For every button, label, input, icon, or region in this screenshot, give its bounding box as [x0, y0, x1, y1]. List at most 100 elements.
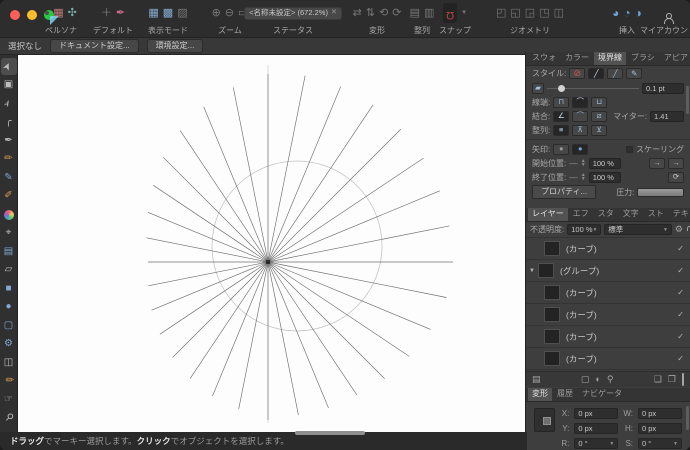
- layer-visibility-checkbox[interactable]: ✓: [677, 310, 684, 319]
- export-persona-icon[interactable]: ✣: [68, 7, 77, 19]
- designer-persona-icon[interactable]: [45, 11, 50, 15]
- close-window-button[interactable]: [10, 10, 20, 20]
- stroke-style-solid-button[interactable]: ╱: [588, 68, 605, 79]
- cap-round-button[interactable]: ⌒: [572, 96, 589, 108]
- layer-visibility-checkbox[interactable]: ✓: [677, 354, 684, 363]
- layer-row[interactable]: (カーブ) ✓: [526, 326, 690, 348]
- distribute-icon[interactable]: ▥: [424, 7, 434, 19]
- boolean-intersect-icon[interactable]: ◲: [525, 7, 535, 19]
- zoom-out-icon[interactable]: ⊖: [225, 7, 234, 19]
- transparency-tool[interactable]: ▱: [1, 262, 17, 279]
- miter-input[interactable]: 1.41: [650, 110, 684, 122]
- stroke-width-input[interactable]: 0.1 pt: [642, 82, 684, 94]
- h-input[interactable]: 0 px: [638, 423, 682, 434]
- insert-behind-icon[interactable]: ◕: [612, 7, 619, 19]
- close-document-icon[interactable]: ✕: [331, 7, 337, 19]
- layer-row[interactable]: (カーブ) ✓: [526, 282, 690, 304]
- stroke-style-dash-button[interactable]: ╱: [607, 68, 624, 79]
- boolean-subtract-icon[interactable]: ◱: [510, 7, 520, 19]
- move-tool[interactable]: ➤: [0, 58, 17, 75]
- panel-scrollbar[interactable]: [686, 406, 689, 430]
- delete-layer-icon[interactable]: [682, 372, 684, 386]
- arrow-end-toggle[interactable]: ●: [572, 143, 589, 155]
- properties-button[interactable]: プロパティ...: [532, 185, 597, 199]
- tab-effects[interactable]: エフ: [569, 208, 593, 221]
- mask-layer-icon[interactable]: ▢: [581, 375, 590, 384]
- arrowhead-end-dropdown[interactable]: →: [668, 157, 684, 169]
- layer-row[interactable]: (カーブ) ✓: [526, 238, 690, 260]
- pressure-profile-bar[interactable]: [637, 187, 684, 197]
- pen-tool[interactable]: ✒: [1, 132, 17, 149]
- join-miter-button[interactable]: ∠: [553, 110, 570, 122]
- boolean-combine-icon[interactable]: ◫: [554, 7, 564, 19]
- preset-icon[interactable]: ＋: [101, 7, 112, 19]
- rotate-ccw-icon[interactable]: ⟲: [379, 7, 388, 19]
- s-input[interactable]: 0 ° ▼: [638, 438, 682, 449]
- insert-on-top-icon[interactable]: ◔: [623, 7, 630, 19]
- tab-transform[interactable]: 変形: [528, 388, 552, 401]
- arrowhead-start-dropdown[interactable]: →: [649, 157, 665, 169]
- align-center-button[interactable]: ≡: [553, 124, 570, 136]
- paint-brush-tool[interactable]: ✐: [1, 188, 17, 205]
- pressure-toggle-icon[interactable]: ▰: [532, 82, 544, 94]
- tab-appearance[interactable]: アピア: [660, 52, 690, 65]
- zoom-tool[interactable]: ⚲: [1, 410, 17, 427]
- x-input[interactable]: 0 px: [574, 408, 619, 419]
- tab-brushes[interactable]: ブラシ: [627, 52, 659, 65]
- swap-arrowheads-button[interactable]: ⟳: [668, 171, 684, 183]
- start-position-input[interactable]: 100 %: [588, 157, 621, 169]
- tab-stroke[interactable]: 境界線: [594, 52, 626, 65]
- horizontal-scrollbar[interactable]: [295, 431, 365, 435]
- scaling-checkbox[interactable]: [626, 145, 633, 153]
- align-icon[interactable]: ▤: [410, 7, 420, 19]
- ellipse-tool[interactable]: ●: [1, 299, 17, 316]
- document-canvas[interactable]: [18, 55, 525, 432]
- color-picker-tool[interactable]: ✐: [1, 373, 17, 390]
- tab-color[interactable]: カラー: [561, 52, 593, 65]
- artboard-tool[interactable]: ▣: [1, 77, 17, 94]
- y-input[interactable]: 0 px: [574, 423, 619, 434]
- pixel-view-icon[interactable]: ▩: [163, 7, 173, 19]
- join-round-button[interactable]: ⌒: [572, 110, 589, 122]
- preferences-button[interactable]: 環境設定...: [146, 39, 204, 53]
- slider-knob[interactable]: [558, 84, 566, 92]
- layer-visibility-checkbox[interactable]: ✓: [677, 266, 684, 275]
- hand-tool[interactable]: ☞: [1, 391, 17, 408]
- vector-view-icon[interactable]: ▦: [148, 7, 158, 19]
- stroke-style-brush-button[interactable]: ✎: [626, 68, 643, 79]
- end-position-input[interactable]: 100 %: [588, 171, 621, 183]
- new-layer-icon[interactable]: ❏: [654, 375, 662, 384]
- end-stepper[interactable]: ▲ ▼: [581, 173, 586, 182]
- crop-tool[interactable]: ◫: [1, 354, 17, 371]
- tab-history[interactable]: 履歴: [553, 388, 577, 401]
- rectangle-tool[interactable]: ■: [1, 280, 17, 297]
- anchor-point-selector[interactable]: [534, 408, 556, 432]
- join-bevel-button[interactable]: ⧄: [591, 110, 608, 122]
- layer-visibility-checkbox[interactable]: ✓: [677, 332, 684, 341]
- boolean-divide-icon[interactable]: ◳: [539, 7, 549, 19]
- disclosure-triangle-icon[interactable]: ▼: [526, 268, 538, 274]
- layer-row[interactable]: (カーブ) ✓: [526, 348, 690, 370]
- adjustment-layer-icon[interactable]: ◐: [595, 375, 600, 384]
- pen-preset-icon[interactable]: ✒: [116, 7, 125, 19]
- w-input[interactable]: 0 px: [638, 408, 682, 419]
- tab-character[interactable]: 文字: [619, 208, 643, 221]
- align-inside-button[interactable]: ⊼: [572, 124, 589, 136]
- tab-styles[interactable]: スタ: [594, 208, 618, 221]
- document-settings-button[interactable]: ドキュメント設定...: [50, 39, 139, 53]
- tab-text-styles[interactable]: テキ: [669, 208, 690, 221]
- stroke-style-none-button[interactable]: ⊘: [569, 68, 586, 79]
- boolean-add-icon[interactable]: ◰: [496, 7, 506, 19]
- start-stepper[interactable]: ▲ ▼: [581, 159, 586, 168]
- rounded-rectangle-tool[interactable]: ▢: [1, 317, 17, 334]
- tab-swatches[interactable]: スウォ: [528, 52, 560, 65]
- panel-scrollbar[interactable]: [686, 86, 689, 114]
- node-tool[interactable]: ➢: [1, 95, 17, 112]
- tab-navigator[interactable]: ナビゲータ: [578, 388, 626, 401]
- layer-effects-icon[interactable]: ⚲: [607, 375, 614, 384]
- tab-layers[interactable]: レイヤー: [528, 208, 568, 221]
- r-input[interactable]: 0 ° ▼: [574, 438, 619, 449]
- zoom-in-icon[interactable]: ⊕: [212, 7, 221, 19]
- color-tool[interactable]: [1, 206, 17, 223]
- gear-icon[interactable]: ⚙: [675, 225, 683, 234]
